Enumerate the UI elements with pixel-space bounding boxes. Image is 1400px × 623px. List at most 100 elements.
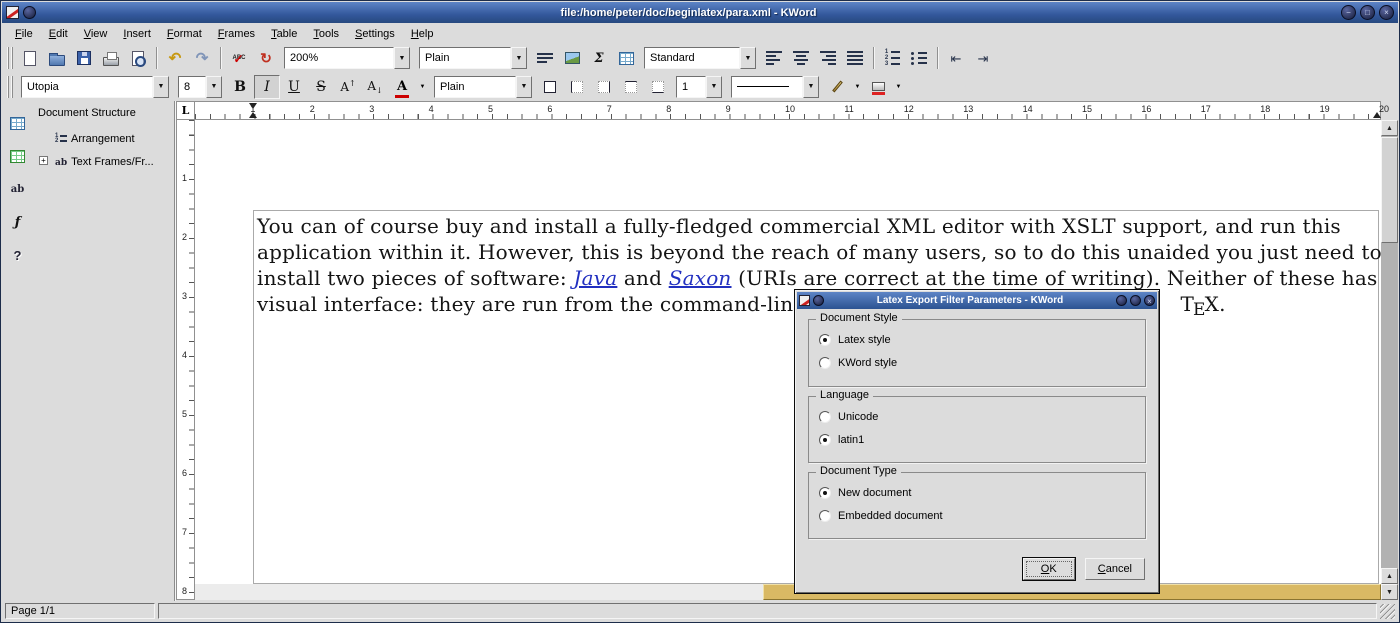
radio-latex-style[interactable]: Latex style [809, 328, 1145, 351]
font-dropdown-arrow-icon[interactable]: ▼ [153, 76, 169, 98]
bulleted-list-icon[interactable] [906, 46, 932, 70]
resize-grip[interactable] [1380, 604, 1395, 619]
italic-icon[interactable]: I [254, 75, 280, 99]
font-input[interactable]: Utopia [21, 76, 153, 98]
dock-formula-icon[interactable]: ƒ [5, 210, 31, 234]
background-color-arrow-icon[interactable]: ▼ [892, 75, 905, 99]
tree-expander-icon[interactable]: + [39, 156, 48, 165]
redo-icon[interactable]: ↷ [189, 46, 215, 70]
print-preview-icon[interactable] [125, 46, 151, 70]
menu-view[interactable]: View [76, 25, 116, 43]
dock-pictures-icon[interactable] [5, 144, 31, 168]
sticky-pin-icon[interactable] [813, 295, 824, 306]
minimize-button[interactable]: − [1341, 5, 1356, 20]
toolbar-drag-handle[interactable] [7, 76, 13, 98]
cancel-button[interactable]: Cancel [1085, 558, 1145, 580]
menu-insert[interactable]: Insert [115, 25, 159, 43]
maximize-button[interactable]: □ [1360, 5, 1375, 20]
saxon-link[interactable]: Saxon [669, 266, 732, 290]
border-style-dropdown-arrow-icon[interactable]: ▼ [803, 76, 819, 98]
radio-icon[interactable] [819, 434, 831, 446]
radio-icon[interactable] [819, 411, 831, 423]
strikethrough-icon[interactable]: S [308, 75, 334, 99]
vertical-ruler[interactable]: 12345678 [176, 120, 195, 600]
radio-icon[interactable] [819, 334, 831, 346]
style-value[interactable]: Plain [419, 47, 511, 69]
radio-icon[interactable] [819, 357, 831, 369]
align-right-icon[interactable] [815, 46, 841, 70]
text-color-icon[interactable]: A [389, 75, 415, 99]
dialog-close-button[interactable]: × [1144, 295, 1155, 306]
align-center-icon[interactable] [788, 46, 814, 70]
menu-frames[interactable]: Frames [210, 25, 263, 43]
vertical-scrollbar-thumb[interactable] [1381, 137, 1398, 243]
menu-format[interactable]: Format [159, 25, 210, 43]
menu-table[interactable]: Table [263, 25, 305, 43]
border-color-icon[interactable] [824, 75, 850, 99]
menu-file[interactable]: File [7, 25, 41, 43]
scroll-down-icon[interactable]: ▼ [1381, 584, 1398, 600]
tree-item-text-frames[interactable]: + ab Text Frames/Fr... [33, 150, 174, 173]
zoom-input[interactable]: 200% [284, 47, 394, 69]
dialog-titlebar[interactable]: Latex Export Filter Parameters - KWord × [797, 292, 1157, 309]
zoom-dropdown-arrow-icon[interactable]: ▼ [394, 47, 410, 69]
open-folder-icon[interactable] [44, 46, 70, 70]
border-width-dropdown-arrow-icon[interactable]: ▼ [706, 76, 722, 98]
new-document-icon[interactable] [17, 46, 43, 70]
menu-tools[interactable]: Tools [305, 25, 347, 43]
insert-picture-frame-icon[interactable] [559, 46, 585, 70]
radio-unicode[interactable]: Unicode [809, 405, 1145, 428]
horizontal-ruler[interactable]: 1234567891011121314151617181920 [195, 101, 1381, 120]
ok-button[interactable]: OK [1023, 558, 1075, 580]
dock-whatsthis-icon[interactable]: ? [5, 243, 31, 267]
align-left-icon[interactable] [761, 46, 787, 70]
char-style-value[interactable]: Plain [434, 76, 516, 98]
style-dropdown-arrow-icon[interactable]: ▼ [511, 47, 527, 69]
menu-help[interactable]: Help [403, 25, 442, 43]
vertical-scrollbar[interactable]: ▲ ▲ ▼ [1381, 120, 1398, 600]
underline-icon[interactable]: U [281, 75, 307, 99]
menu-settings[interactable]: Settings [347, 25, 403, 43]
scroll-up-icon[interactable]: ▲ [1381, 568, 1398, 584]
increase-indent-icon[interactable]: ⇥ [970, 46, 996, 70]
close-button[interactable]: × [1379, 5, 1394, 20]
undo-icon[interactable]: ↶ [162, 46, 188, 70]
border-top-icon[interactable] [618, 75, 644, 99]
tab-stop-selector[interactable]: L [176, 101, 195, 120]
background-color-icon[interactable] [865, 75, 891, 99]
border-right-icon[interactable] [591, 75, 617, 99]
text-color-arrow-icon[interactable]: ▼ [416, 75, 429, 99]
bold-icon[interactable]: B [227, 75, 253, 99]
toolbar-drag-handle[interactable] [7, 47, 13, 69]
dock-text-icon[interactable]: ab [5, 177, 31, 201]
border-left-icon[interactable] [564, 75, 590, 99]
window-titlebar[interactable]: file:/home/peter/doc/beginlatex/para.xml… [2, 2, 1398, 23]
autocorrect-icon[interactable]: ↻ [253, 46, 279, 70]
print-icon[interactable] [98, 46, 124, 70]
kword-app-icon[interactable] [6, 6, 19, 19]
font-size-input[interactable]: 8 [178, 76, 206, 98]
menu-edit[interactable]: Edit [41, 25, 76, 43]
border-bottom-icon[interactable] [645, 75, 671, 99]
dialog-maximize-button[interactable] [1130, 295, 1141, 306]
radio-kword-style[interactable]: KWord style [809, 351, 1145, 374]
font-size-dropdown-arrow-icon[interactable]: ▼ [206, 76, 222, 98]
horizontal-scrollbar[interactable] [195, 584, 1381, 600]
insert-table-icon[interactable] [613, 46, 639, 70]
dialog-minimize-button[interactable] [1116, 295, 1127, 306]
radio-icon[interactable] [819, 510, 831, 522]
numbered-list-icon[interactable]: 123 [879, 46, 905, 70]
dock-tables-icon[interactable] [5, 111, 31, 135]
border-outline-icon[interactable] [537, 75, 563, 99]
document-canvas[interactable]: You can of course buy and install a full… [195, 120, 1381, 584]
insert-formula-frame-icon[interactable]: Σ [586, 46, 612, 70]
kword-app-icon[interactable] [799, 295, 810, 306]
save-icon[interactable] [71, 46, 97, 70]
decrease-indent-icon[interactable]: ⇤ [943, 46, 969, 70]
paragraph-style-value[interactable]: Standard [644, 47, 740, 69]
insert-text-frame-icon[interactable] [532, 46, 558, 70]
border-style-sample[interactable] [731, 76, 803, 98]
char-style-dropdown-arrow-icon[interactable]: ▼ [516, 76, 532, 98]
spellcheck-icon[interactable]: ABC✓ [226, 46, 252, 70]
java-link[interactable]: Java [573, 266, 617, 290]
